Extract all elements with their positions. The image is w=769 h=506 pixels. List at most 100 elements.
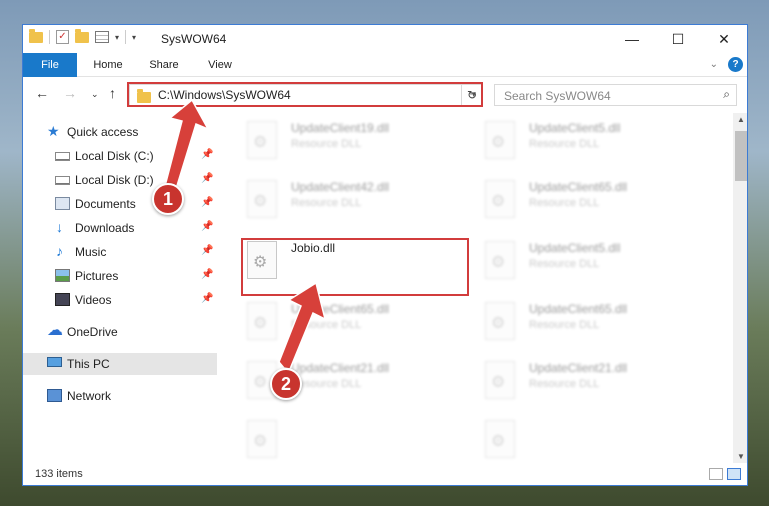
tab-file[interactable]: File bbox=[23, 53, 77, 77]
window-title: SysWOW64 bbox=[161, 32, 227, 46]
item-count: 133 items bbox=[35, 468, 83, 480]
tab-share[interactable]: Share bbox=[137, 53, 191, 77]
navigation-pane: ★ Quick access Local Disk (C:) 📌 Local D… bbox=[23, 115, 217, 455]
sidebar-item-videos[interactable]: Videos 📌 bbox=[23, 289, 217, 311]
help-icon[interactable]: ? bbox=[728, 57, 743, 72]
file-type: Resource DLL bbox=[291, 197, 362, 209]
file-name: UpdateClient42.dll bbox=[291, 180, 390, 194]
dll-file-icon bbox=[247, 121, 277, 159]
file-type: Resource DLL bbox=[529, 319, 600, 331]
drive-icon bbox=[55, 176, 70, 185]
sidebar-item-local-disk-c[interactable]: Local Disk (C:) 📌 bbox=[23, 145, 217, 167]
sidebar-item-local-disk-d[interactable]: Local Disk (D:) 📌 bbox=[23, 169, 217, 191]
pictures-icon bbox=[55, 269, 70, 282]
quick-access-toolbar: ✓ ▾ ▾ bbox=[29, 28, 136, 44]
sidebar-item-label: Music bbox=[75, 245, 107, 259]
sidebar-item-network[interactable]: Network bbox=[23, 385, 217, 407]
new-folder-icon[interactable] bbox=[75, 28, 89, 43]
file-type: Resource DLL bbox=[529, 258, 600, 270]
file-type: Resource DLL bbox=[529, 138, 600, 150]
sidebar-item-documents[interactable]: Documents 📌 bbox=[23, 193, 217, 215]
file-item[interactable]: UpdateClient42.dll Resource DLL bbox=[243, 178, 473, 234]
dll-file-icon bbox=[247, 180, 277, 218]
file-item[interactable]: UpdateClient5.dll Resource DLL bbox=[481, 239, 711, 295]
large-icons-view-icon[interactable] bbox=[727, 468, 741, 480]
forward-button[interactable]: → bbox=[63, 85, 77, 101]
drive-icon bbox=[55, 152, 70, 161]
file-name: UpdateClient65.dll bbox=[529, 302, 628, 316]
file-item[interactable]: UpdateClient19.dll Resource DLL bbox=[243, 119, 473, 175]
dll-file-icon bbox=[485, 302, 515, 340]
file-item[interactable] bbox=[481, 418, 711, 463]
dll-file-icon bbox=[485, 241, 515, 279]
ribbon-tabs: File Home Share View ⌄ ? bbox=[23, 53, 747, 77]
pin-icon[interactable]: 📌 bbox=[201, 197, 213, 208]
file-item[interactable]: UpdateClient65.dll Resource DLL bbox=[481, 178, 711, 234]
sidebar-item-label: Downloads bbox=[75, 221, 135, 235]
vertical-scrollbar[interactable]: ▲ ▼ bbox=[733, 113, 747, 463]
pin-icon[interactable]: 📌 bbox=[201, 149, 213, 160]
sidebar-item-label: Pictures bbox=[75, 269, 119, 283]
details-view-icon[interactable] bbox=[709, 468, 723, 480]
toolbar-separator bbox=[125, 30, 127, 44]
sidebar-item-pictures[interactable]: Pictures 📌 bbox=[23, 265, 217, 287]
star-icon: ★ bbox=[47, 123, 60, 139]
close-button[interactable]: ✕ bbox=[701, 25, 747, 53]
sidebar-item-onedrive[interactable]: ☁ OneDrive bbox=[23, 321, 217, 343]
sidebar-item-downloads[interactable]: ↓ Downloads 📌 bbox=[23, 217, 217, 239]
step-marker-1: 1 bbox=[152, 183, 184, 215]
file-item[interactable]: UpdateClient65.dll Resource DLL bbox=[481, 300, 711, 356]
properties-check-icon[interactable]: ✓ bbox=[56, 30, 69, 44]
file-name: UpdateClient5.dll bbox=[529, 121, 621, 135]
pin-icon[interactable]: 📌 bbox=[201, 173, 213, 184]
file-item[interactable] bbox=[243, 418, 473, 463]
recent-locations-button[interactable]: ⌄ bbox=[91, 89, 99, 100]
file-name: UpdateClient19.dll bbox=[291, 121, 390, 135]
back-button[interactable]: ← bbox=[35, 85, 49, 101]
chevron-down-icon[interactable]: ▾ bbox=[115, 33, 119, 42]
toolbar-separator bbox=[49, 30, 50, 44]
search-placeholder[interactable]: Search SysWOW64 bbox=[504, 89, 611, 103]
sidebar-item-label: Videos bbox=[75, 293, 112, 307]
videos-icon bbox=[55, 293, 70, 306]
sidebar-item-music[interactable]: ♪ Music 📌 bbox=[23, 241, 217, 263]
file-item[interactable]: UpdateClient21.dll Resource DLL bbox=[481, 359, 711, 415]
search-icon[interactable]: ⌕ bbox=[723, 87, 730, 102]
scroll-down-icon[interactable]: ▼ bbox=[733, 452, 747, 461]
computer-icon bbox=[47, 357, 62, 367]
dll-file-icon bbox=[247, 302, 277, 340]
search-input[interactable]: Search SysWOW64 ⌕ bbox=[494, 84, 737, 106]
sidebar-item-label: OneDrive bbox=[67, 325, 118, 339]
file-item[interactable]: UpdateClient5.dll Resource DLL bbox=[481, 119, 711, 175]
file-name: UpdateClient21.dll bbox=[529, 361, 628, 375]
pin-icon[interactable]: 📌 bbox=[201, 221, 213, 232]
sidebar-item-label: This PC bbox=[67, 357, 110, 371]
sidebar-item-label: Network bbox=[67, 389, 112, 403]
view-switcher bbox=[709, 468, 741, 480]
scroll-thumb[interactable] bbox=[735, 131, 747, 181]
file-type: Resource DLL bbox=[291, 319, 362, 331]
sidebar-item-quick-access[interactable]: ★ Quick access bbox=[23, 121, 217, 143]
pin-icon[interactable]: 📌 bbox=[201, 269, 213, 280]
network-icon bbox=[47, 389, 62, 402]
maximize-button[interactable]: ☐ bbox=[655, 25, 701, 53]
minimize-button[interactable]: — bbox=[609, 25, 655, 53]
tab-view[interactable]: View bbox=[193, 53, 247, 77]
window-controls: — ☐ ✕ bbox=[609, 25, 747, 53]
file-explorer-window: ✓ ▾ ▾ SysWOW64 — ☐ ✕ File Home Share Vie… bbox=[22, 24, 748, 486]
pin-icon[interactable]: 📌 bbox=[201, 245, 213, 256]
file-item[interactable]: UpdateClient65.dll Resource DLL bbox=[243, 300, 473, 356]
ribbon-right: ⌄ ? bbox=[710, 57, 743, 72]
customize-toolbar-icon[interactable]: ▾ bbox=[132, 33, 136, 42]
file-name: UpdateClient65.dll bbox=[529, 180, 628, 194]
tab-home[interactable]: Home bbox=[81, 53, 135, 77]
expand-ribbon-icon[interactable]: ⌄ bbox=[710, 59, 718, 70]
folder-icon bbox=[29, 28, 43, 43]
up-button[interactable]: ↑ bbox=[109, 85, 116, 101]
pin-icon[interactable]: 📌 bbox=[201, 293, 213, 304]
properties-icon[interactable] bbox=[95, 31, 109, 43]
sidebar-item-this-pc[interactable]: This PC bbox=[23, 353, 217, 375]
scroll-up-icon[interactable]: ▲ bbox=[733, 115, 747, 124]
dll-file-icon bbox=[485, 121, 515, 159]
download-icon: ↓ bbox=[56, 219, 63, 235]
